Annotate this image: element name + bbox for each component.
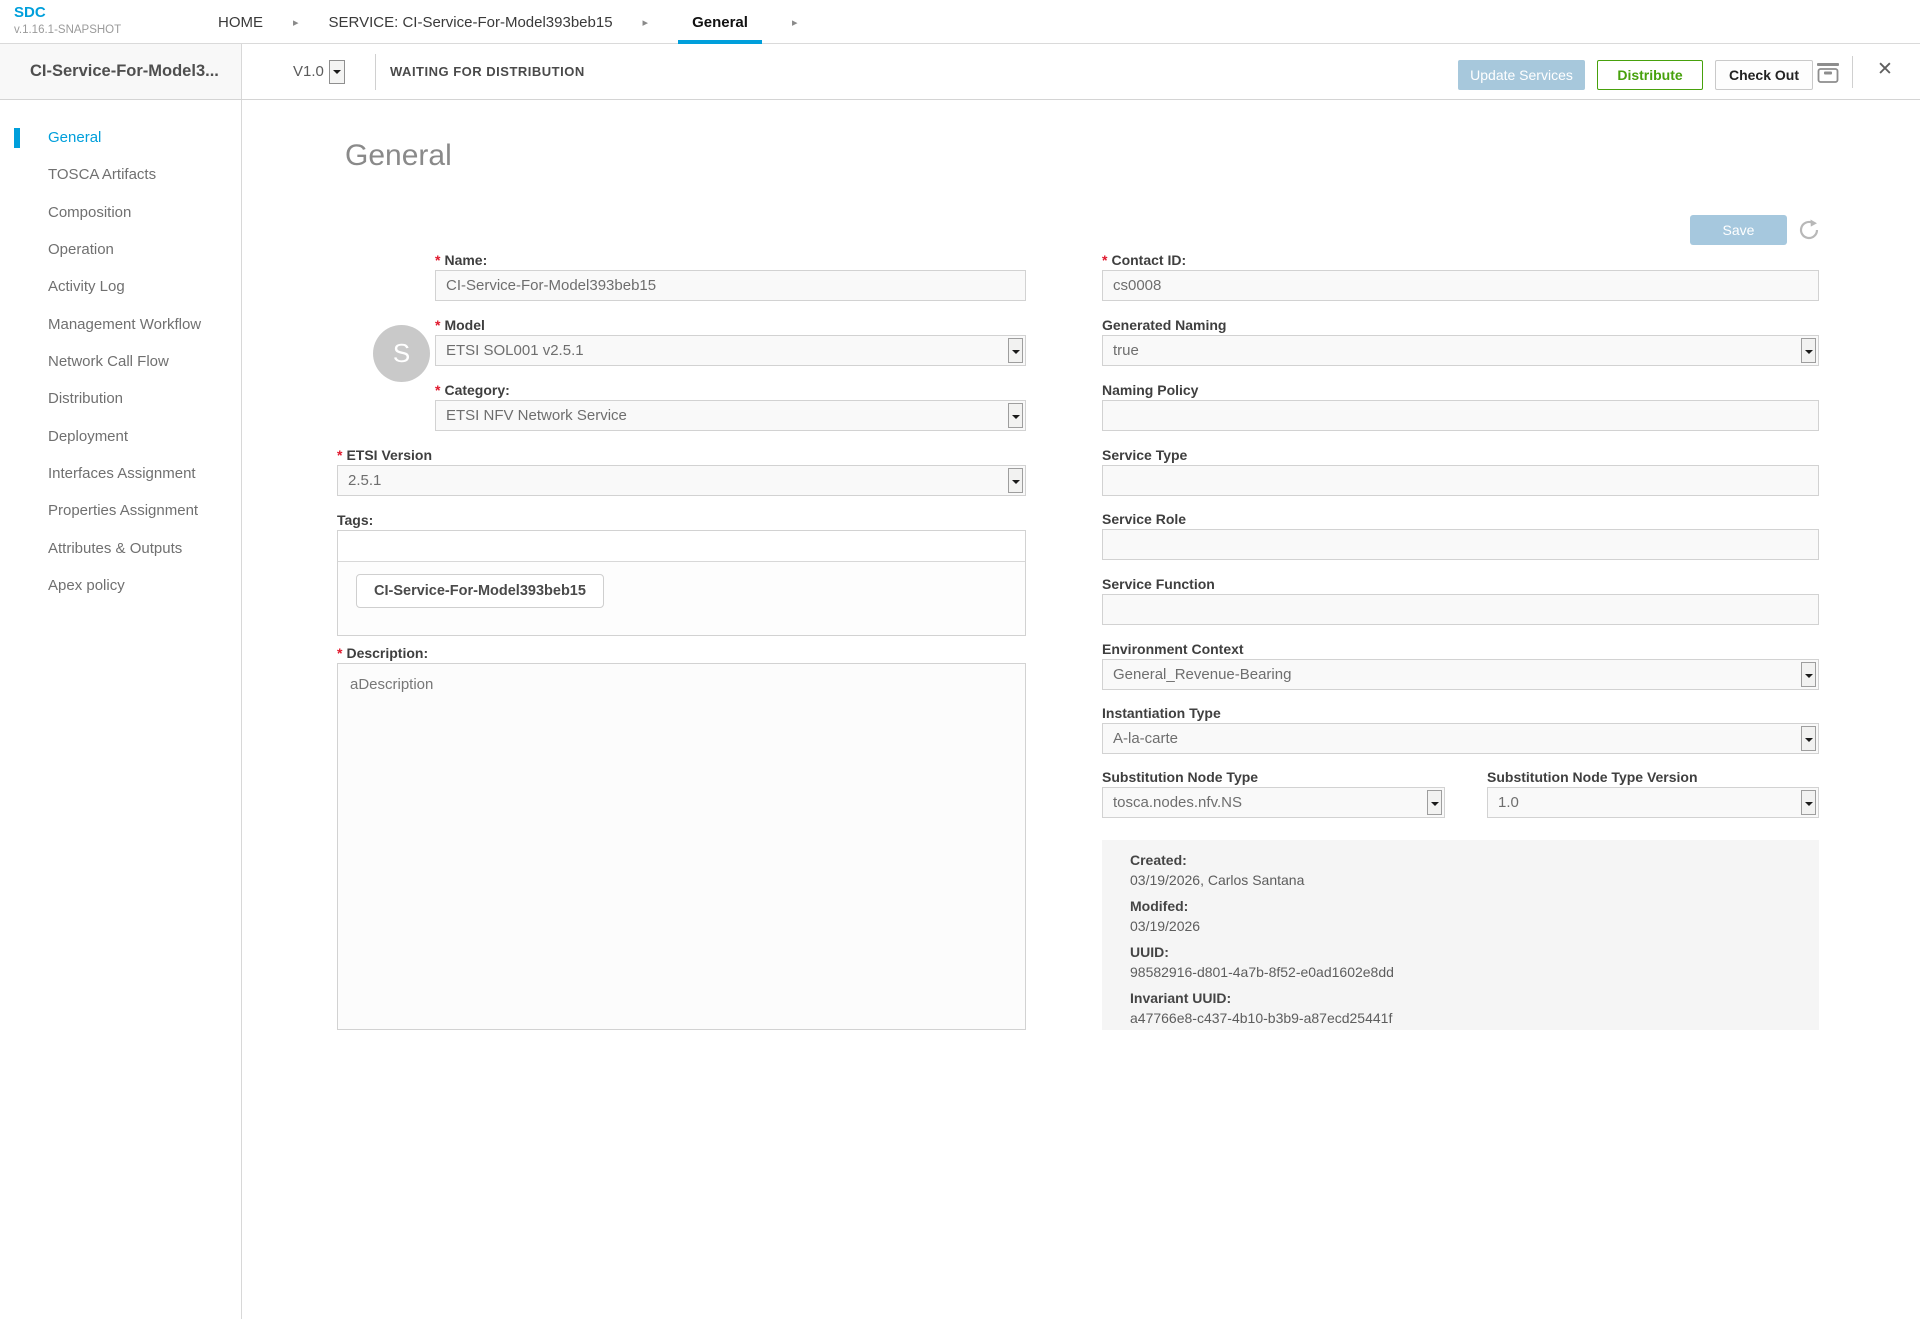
chevron-down-icon: [1427, 790, 1442, 815]
environment-context-label: Environment Context: [1102, 641, 1244, 658]
description-label: *Description:: [337, 645, 428, 662]
sidebar-item-activity-log[interactable]: Activity Log: [0, 275, 241, 299]
service-role-input[interactable]: [1102, 529, 1819, 560]
chevron-down-icon: [1801, 662, 1816, 687]
generated-naming-select[interactable]: true: [1102, 335, 1819, 366]
lifecycle-status: WAITING FOR DISTRIBUTION: [390, 44, 585, 99]
sidebar-item-tosca-artifacts[interactable]: TOSCA Artifacts: [0, 163, 241, 187]
invariant-uuid-value: a47766e8-c437-4b10-b3b9-a87ecd25441f: [1130, 1010, 1791, 1026]
invariant-uuid-label: Invariant UUID:: [1130, 990, 1791, 1006]
breadcrumb-service[interactable]: SERVICE: CI-Service-For-Model393beb15: [329, 14, 613, 31]
sidebar-item-properties-assignment[interactable]: Properties Assignment: [0, 499, 241, 523]
tags-input[interactable]: [338, 531, 1025, 562]
app-logo[interactable]: SDC v.1.16.1-SNAPSHOT: [14, 5, 121, 36]
contact-id-label: *Contact ID:: [1102, 252, 1186, 269]
tags-label: Tags:: [337, 512, 373, 529]
category-select[interactable]: ETSI NFV Network Service: [435, 400, 1026, 431]
sidebar-item-deployment[interactable]: Deployment: [0, 425, 241, 449]
check-out-button[interactable]: Check Out: [1715, 60, 1813, 90]
tags-box: CI-Service-For-Model393beb15: [337, 530, 1026, 636]
service-title-box: CI-Service-For-Model3...: [0, 44, 242, 99]
archive-icon[interactable]: [1815, 60, 1841, 86]
contact-id-input[interactable]: [1102, 270, 1819, 301]
refresh-icon[interactable]: [1797, 218, 1821, 242]
version-dropdown-icon[interactable]: [329, 60, 345, 84]
etsi-version-select[interactable]: 2.5.1: [337, 465, 1026, 496]
created-label: Created:: [1130, 852, 1791, 868]
substitution-node-type-version-label: Substitution Node Type Version: [1487, 769, 1698, 786]
instantiation-type-select[interactable]: A-la-carte: [1102, 723, 1819, 754]
breadcrumb: HOME ▸ SERVICE: CI-Service-For-Model393b…: [218, 0, 797, 44]
tag-chip[interactable]: CI-Service-For-Model393beb15: [356, 574, 604, 608]
substitution-node-type-label: Substitution Node Type: [1102, 769, 1258, 786]
chevron-down-icon: [1801, 726, 1816, 751]
sidebar-item-composition[interactable]: Composition: [0, 201, 241, 225]
service-function-input[interactable]: [1102, 594, 1819, 625]
chevron-down-icon: [1008, 403, 1023, 428]
version-label: V1.0: [293, 63, 324, 80]
uuid-label: UUID:: [1130, 944, 1791, 960]
breadcrumb-arrow-icon: ▸: [643, 16, 649, 29]
sidebar-item-network-call-flow[interactable]: Network Call Flow: [0, 350, 241, 374]
app-version: v.1.16.1-SNAPSHOT: [14, 24, 121, 37]
chevron-down-icon: [1801, 338, 1816, 363]
active-item-bar: [14, 128, 20, 148]
sdc-general-screen: SDC v.1.16.1-SNAPSHOT HOME ▸ SERVICE: CI…: [0, 0, 1920, 1319]
breadcrumb-arrow-icon: ▸: [293, 16, 299, 29]
naming-policy-label: Naming Policy: [1102, 382, 1198, 399]
substitution-node-type-select[interactable]: tosca.nodes.nfv.NS: [1102, 787, 1445, 818]
sidebar-item-attributes-outputs[interactable]: Attributes & Outputs: [0, 537, 241, 561]
metadata-box: Created: 03/19/2026, Carlos Santana Modi…: [1102, 840, 1819, 1030]
header-divider: [1852, 56, 1853, 88]
header-divider: [375, 54, 376, 90]
name-input[interactable]: [435, 270, 1026, 301]
sidebar-item-interfaces-assignment[interactable]: Interfaces Assignment: [0, 462, 241, 486]
close-icon[interactable]: ✕: [1877, 58, 1893, 81]
tab-general-label: General: [692, 14, 748, 31]
service-title: CI-Service-For-Model3...: [30, 62, 219, 81]
chevron-down-icon: [1008, 468, 1023, 493]
sidebar: General TOSCA Artifacts Composition Oper…: [0, 100, 242, 1319]
sidebar-item-management-workflow[interactable]: Management Workflow: [0, 313, 241, 337]
avatar: S: [373, 325, 430, 382]
modified-value: 03/19/2026: [1130, 918, 1791, 934]
substitution-node-type-version-select[interactable]: 1.0: [1487, 787, 1819, 818]
chevron-down-icon: [1008, 338, 1023, 363]
service-function-label: Service Function: [1102, 576, 1215, 593]
environment-context-select[interactable]: General_Revenue-Bearing: [1102, 659, 1819, 690]
model-select[interactable]: ETSI SOL001 v2.5.1: [435, 335, 1026, 366]
service-role-label: Service Role: [1102, 511, 1186, 528]
tab-general[interactable]: General: [678, 0, 762, 44]
modified-label: Modifed:: [1130, 898, 1791, 914]
etsi-version-label: *ETSI Version: [337, 447, 432, 464]
generated-naming-label: Generated Naming: [1102, 317, 1226, 334]
workspace-header: CI-Service-For-Model3... V1.0 WAITING FO…: [0, 44, 1920, 100]
update-services-button[interactable]: Update Services: [1458, 60, 1585, 90]
top-bar: SDC v.1.16.1-SNAPSHOT HOME ▸ SERVICE: CI…: [0, 0, 1920, 44]
breadcrumb-arrow-icon: ▸: [792, 16, 798, 29]
sidebar-item-apex-policy[interactable]: Apex policy: [0, 574, 241, 598]
name-label: *Name:: [435, 252, 487, 269]
category-label: *Category:: [435, 382, 510, 399]
sidebar-item-operation[interactable]: Operation: [0, 238, 241, 262]
service-type-input[interactable]: [1102, 465, 1819, 496]
sidebar-item-distribution[interactable]: Distribution: [0, 387, 241, 411]
description-textarea[interactable]: aDescription: [337, 663, 1026, 1030]
instantiation-type-label: Instantiation Type: [1102, 705, 1221, 722]
chevron-down-icon: [1801, 790, 1816, 815]
distribute-button[interactable]: Distribute: [1597, 60, 1703, 90]
created-value: 03/19/2026, Carlos Santana: [1130, 872, 1791, 888]
page-title: General: [345, 139, 452, 173]
service-type-label: Service Type: [1102, 447, 1187, 464]
uuid-value: 98582916-d801-4a7b-8f52-e0ad1602e8dd: [1130, 964, 1791, 980]
app-logo-text: SDC: [14, 5, 121, 22]
save-button[interactable]: Save: [1690, 215, 1787, 245]
breadcrumb-home[interactable]: HOME: [218, 14, 263, 31]
naming-policy-input[interactable]: [1102, 400, 1819, 431]
model-label: *Model: [435, 317, 485, 334]
sidebar-item-general[interactable]: General: [0, 126, 241, 150]
version-selector[interactable]: V1.0: [293, 44, 345, 99]
